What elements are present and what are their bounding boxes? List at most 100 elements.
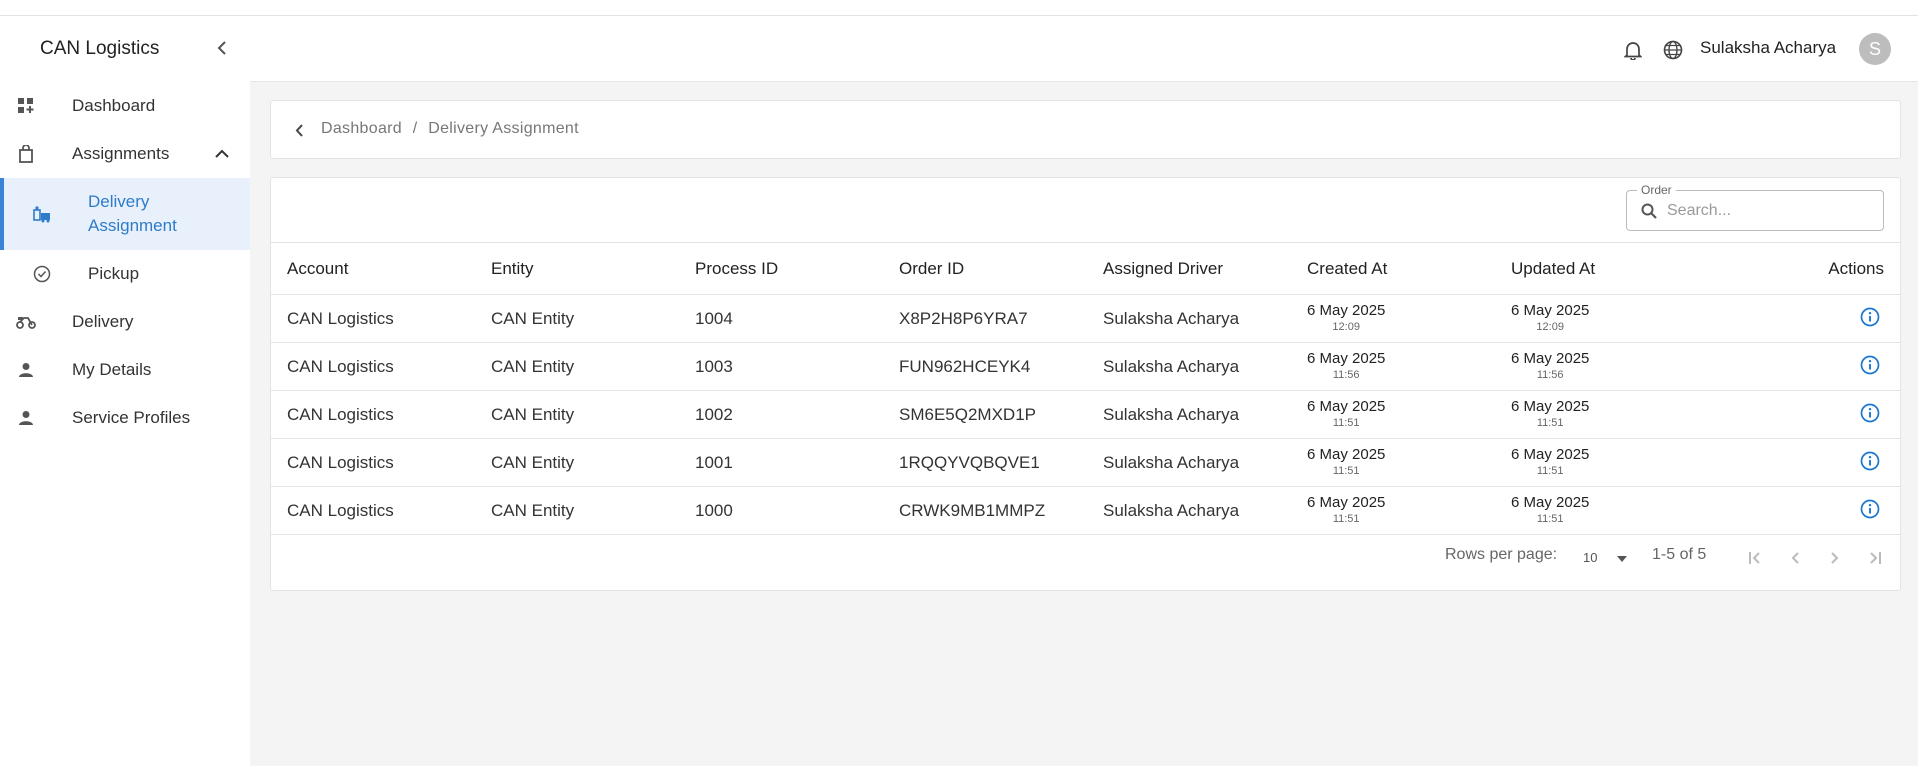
column-header-updated-at[interactable]: Updated At [1495, 242, 1699, 295]
cell-entity: CAN Entity [475, 486, 679, 535]
previous-page-button[interactable] [1783, 546, 1807, 570]
sidebar-item-label: Delivery Assignment [88, 192, 177, 235]
last-page-button[interactable] [1863, 546, 1887, 570]
table-row: CAN Logistics CAN Entity 1004 X8P2H8P6YRA7 S… [271, 294, 1900, 343]
breadcrumb-root-link[interactable]: Dashboard [321, 120, 402, 137]
cell-updated-at: 6 May 2025 12:09 [1495, 294, 1699, 343]
sidebar-item-dashboard[interactable]: Dashboard [0, 82, 250, 130]
table-header-row: Account Entity Process ID Order ID Assig… [271, 242, 1900, 295]
updated-date: 6 May 2025 [1511, 349, 1590, 367]
top-strip [0, 0, 1918, 16]
updated-date: 6 May 2025 [1511, 445, 1590, 463]
info-icon [1860, 451, 1880, 471]
user-name[interactable]: Sulaksha Acharya [1700, 38, 1836, 58]
cell-assigned-driver: Sulaksha Acharya [1087, 438, 1291, 487]
cell-process-id: 1004 [679, 294, 883, 343]
info-icon [1860, 403, 1880, 423]
cell-process-id: 1002 [679, 390, 883, 439]
cell-created-at: 6 May 2025 11:51 [1291, 438, 1495, 487]
chevron-up-icon [212, 144, 232, 164]
assignments-table-card: Order Account Entity Process ID Order ID… [270, 177, 1901, 591]
cell-process-id: 1000 [679, 486, 883, 535]
rows-per-page-label: Rows per page: [1445, 546, 1558, 563]
cell-account: CAN Logistics [271, 438, 475, 487]
view-details-button[interactable] [1858, 449, 1882, 473]
cell-assigned-driver: Sulaksha Acharya [1087, 294, 1291, 343]
check-circle-icon [32, 264, 52, 284]
sidebar-item-my-details[interactable]: My Details [0, 346, 250, 394]
sidebar: CAN Logistics Dashboard Assignments Deli… [0, 16, 250, 766]
cell-entity: CAN Entity [475, 390, 679, 439]
column-header-process-id[interactable]: Process ID [679, 242, 883, 295]
collapse-sidebar-button[interactable] [212, 38, 232, 58]
cell-created-at: 6 May 2025 12:09 [1291, 294, 1495, 343]
column-header-created-at[interactable]: Created At [1291, 242, 1495, 295]
created-time: 11:56 [1332, 368, 1360, 381]
cell-created-at: 6 May 2025 11:51 [1291, 390, 1495, 439]
shopping-bag-icon [16, 144, 36, 164]
first-page-icon [1749, 552, 1760, 564]
cell-order-id: 1RQQYVQBQVE1 [883, 438, 1087, 487]
cell-entity: CAN Entity [475, 342, 679, 391]
breadcrumb-trail: Dashboard / Delivery Assignment [321, 120, 579, 138]
dashboard-icon [16, 96, 36, 116]
rows-per-page-value: 10 [1583, 550, 1598, 565]
next-page-button[interactable] [1823, 546, 1847, 570]
last-page-icon [1870, 552, 1881, 564]
view-details-button[interactable] [1858, 401, 1882, 425]
cell-assigned-driver: Sulaksha Acharya [1087, 390, 1291, 439]
cell-updated-at: 6 May 2025 11:51 [1495, 390, 1699, 439]
bell-icon [1624, 42, 1642, 60]
updated-time: 11:56 [1536, 368, 1564, 381]
table-row: CAN Logistics CAN Entity 1002 SM6E5Q2MXD1P S… [271, 390, 1900, 439]
scooter-icon [16, 312, 36, 332]
column-header-account[interactable]: Account [271, 242, 475, 295]
view-details-button[interactable] [1858, 353, 1882, 377]
updated-time: 12:09 [1536, 320, 1564, 333]
created-time: 11:51 [1332, 512, 1360, 525]
cell-updated-at: 6 May 2025 11:56 [1495, 342, 1699, 391]
column-header-entity[interactable]: Entity [475, 242, 679, 295]
sidebar-item-service-profiles[interactable]: Service Profiles [0, 394, 250, 442]
cell-account: CAN Logistics [271, 486, 475, 535]
chevron-right-icon [1831, 552, 1839, 564]
column-header-assigned-driver[interactable]: Assigned Driver [1087, 242, 1291, 295]
order-search-field[interactable]: Order [1626, 183, 1884, 231]
view-details-button[interactable] [1858, 305, 1882, 329]
first-page-button[interactable] [1743, 546, 1767, 570]
cell-order-id: FUN962HCEYK4 [883, 342, 1087, 391]
created-date: 6 May 2025 [1307, 349, 1386, 367]
search-input[interactable] [1667, 199, 1867, 223]
rows-per-page-select[interactable]: 10 [1583, 547, 1635, 569]
info-icon [1860, 355, 1880, 375]
updated-date: 6 May 2025 [1511, 301, 1590, 319]
sidebar-item-pickup[interactable]: Pickup [0, 250, 250, 298]
delivery-assignment-icon [32, 204, 52, 224]
created-time: 11:51 [1332, 464, 1360, 477]
column-header-actions: Actions [1699, 242, 1900, 295]
cell-updated-at: 6 May 2025 11:51 [1495, 438, 1699, 487]
updated-time: 11:51 [1536, 512, 1564, 525]
cell-actions [1699, 486, 1900, 535]
cell-entity: CAN Entity [475, 294, 679, 343]
column-header-order-id[interactable]: Order ID [883, 242, 1087, 295]
language-button[interactable] [1662, 39, 1684, 61]
avatar[interactable]: S [1859, 33, 1891, 65]
cell-assigned-driver: Sulaksha Acharya [1087, 486, 1291, 535]
sidebar-item-delivery-assignment[interactable]: Delivery Assignment [0, 178, 250, 250]
chevron-left-icon [1791, 552, 1799, 564]
cell-process-id: 1001 [679, 438, 883, 487]
info-icon [1860, 499, 1880, 519]
breadcrumb-current: Delivery Assignment [428, 120, 579, 137]
back-button[interactable] [289, 120, 309, 140]
breadcrumb: Dashboard / Delivery Assignment [270, 100, 1901, 159]
caret-down-icon [1617, 556, 1627, 562]
cell-actions [1699, 438, 1900, 487]
breadcrumb-separator: / [412, 120, 418, 137]
sidebar-item-assignments[interactable]: Assignments [0, 130, 250, 178]
sidebar-item-delivery[interactable]: Delivery [0, 298, 250, 346]
created-date: 6 May 2025 [1307, 397, 1386, 415]
view-details-button[interactable] [1858, 497, 1882, 521]
notifications-button[interactable] [1622, 39, 1644, 61]
created-date: 6 May 2025 [1307, 445, 1386, 463]
